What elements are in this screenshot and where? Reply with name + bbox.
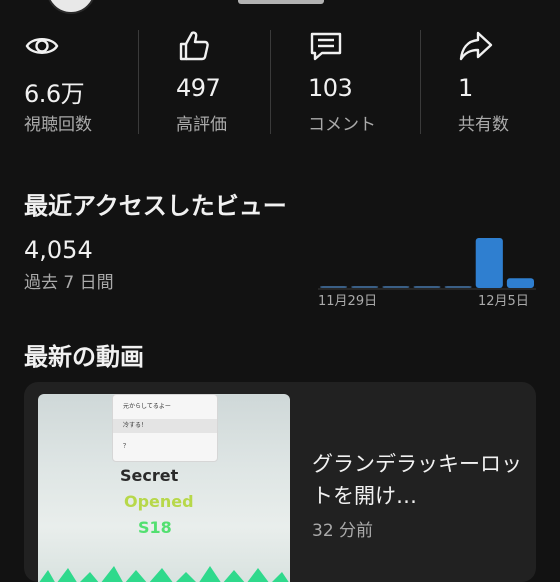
likes-value: 497 xyxy=(176,74,221,102)
recent-views-chart[interactable]: 11月29日 12月5日 xyxy=(318,230,536,314)
chart-bar xyxy=(506,278,534,288)
comments-value: 103 xyxy=(308,74,353,102)
thumbnail-menu-item: ？ xyxy=(123,443,130,450)
eye-icon xyxy=(25,38,59,54)
latest-video-title: 最新の動画 xyxy=(24,343,144,371)
thumbnail-caption: Secret xyxy=(120,466,179,485)
stat-comments[interactable]: 103 コメント xyxy=(308,28,428,138)
chart-bar xyxy=(382,286,410,288)
chart-bar xyxy=(475,238,503,288)
video-thumbnail[interactable]: 元からしてるよー 冷する！ ？ Secret Opened S18 xyxy=(38,394,290,582)
shares-label: 共有数 xyxy=(458,115,509,135)
views-value: 6.6万 xyxy=(24,80,85,108)
thumbnail-menu: 元からしてるよー 冷する！ ？ xyxy=(112,394,218,462)
views-label: 視聴回数 xyxy=(24,115,92,135)
thumbs-up-icon xyxy=(179,31,209,61)
thumbnail-caption: Opened xyxy=(124,492,194,511)
divider xyxy=(138,30,139,134)
bar-chart xyxy=(318,238,536,290)
tick-label-end: 12月5日 xyxy=(478,294,529,309)
chart-bar xyxy=(320,286,348,288)
thumbnail-menu-item: 元からしてるよー xyxy=(123,403,171,410)
video-stats: 6.6万 視聴回数 497 高評価 103 コメント 1 共有数 xyxy=(0,28,560,146)
comment-icon xyxy=(310,32,342,61)
recent-views-title: 最近アクセスしたビュー xyxy=(24,192,287,220)
chart-bar xyxy=(351,286,379,288)
recent-views-period: 過去 7 日間 xyxy=(24,273,114,293)
stat-views[interactable]: 6.6万 視聴回数 xyxy=(24,28,144,138)
channel-name xyxy=(238,0,324,4)
shares-value: 1 xyxy=(458,74,473,102)
chart-bar xyxy=(444,286,472,288)
video-title[interactable]: グランデラッキーロットを開け… xyxy=(312,448,522,512)
thumbnail-grass xyxy=(39,566,289,582)
divider xyxy=(420,30,421,134)
divider xyxy=(270,30,271,134)
channel-header-strip xyxy=(0,0,560,14)
likes-label: 高評価 xyxy=(176,115,227,135)
latest-video-card[interactable]: 元からしてるよー 冷する！ ？ Secret Opened S18 グランデラッ… xyxy=(24,382,536,582)
comments-label: コメント xyxy=(308,115,376,135)
chart-bar xyxy=(413,286,441,288)
thumbnail-caption: S18 xyxy=(138,518,172,537)
thumbnail-menu-item: 冷する！ xyxy=(113,419,217,433)
stat-likes[interactable]: 497 高評価 xyxy=(176,28,296,138)
recent-views-count: 4,054 xyxy=(24,236,93,264)
avatar[interactable] xyxy=(46,0,96,14)
stat-shares[interactable]: 1 共有数 xyxy=(458,28,560,138)
share-icon xyxy=(459,31,493,61)
video-published-time: 32 分前 xyxy=(312,521,374,541)
tick-label-start: 11月29日 xyxy=(318,294,378,309)
